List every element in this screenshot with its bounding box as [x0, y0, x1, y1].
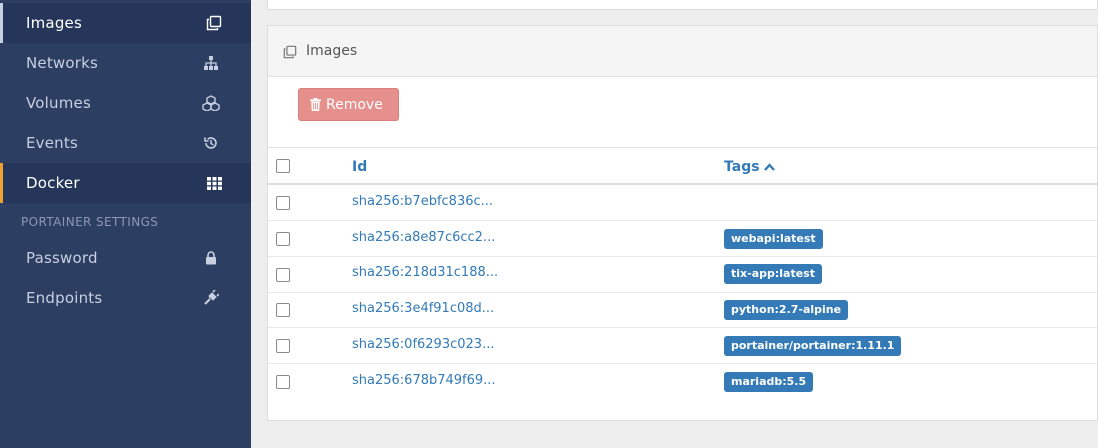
- image-tag-badge: python:2.7-alpine: [724, 300, 849, 320]
- sidebar-item-docker[interactable]: Docker: [0, 163, 251, 203]
- image-id-link[interactable]: sha256:b7ebfc836c...: [352, 194, 493, 209]
- image-tag-badge: webapi:latest: [724, 229, 823, 249]
- lock-icon: [202, 249, 220, 267]
- column-id-header[interactable]: Id: [352, 159, 367, 175]
- sidebar-item-label: Networks: [26, 54, 99, 72]
- remove-button-label: Remove: [326, 96, 383, 113]
- image-id-link[interactable]: sha256:218d31c188...: [352, 265, 498, 280]
- row-checkbox[interactable]: [276, 303, 290, 317]
- row-checkbox[interactable]: [276, 268, 290, 282]
- sidebar-item-label: Volumes: [26, 94, 92, 112]
- images-panel: Images Remove Id Tags sha256:b7ebfc836c.…: [267, 25, 1098, 421]
- image-id-link[interactable]: sha256:678b749f69...: [352, 373, 496, 388]
- clone-icon: [283, 44, 297, 63]
- history-icon: [202, 134, 220, 152]
- trash-icon: [310, 98, 321, 111]
- image-tag-badge: tix-app:latest: [724, 264, 822, 284]
- table-row: sha256:218d31c188... tix-app:latest: [268, 257, 1097, 293]
- sidebar: Images Networks Volumes Events Docker PO…: [0, 0, 251, 448]
- image-tag-badge: portainer/portainer:1.11.1: [724, 336, 902, 356]
- sidebar-item-events[interactable]: Events: [0, 123, 251, 163]
- table-row: sha256:3e4f91c08d... python:2.7-alpine: [268, 292, 1097, 328]
- image-id-link[interactable]: sha256:0f6293c023...: [352, 337, 494, 352]
- image-id-link[interactable]: sha256:a8e87c6cc2...: [352, 230, 495, 245]
- sidebar-item-images[interactable]: Images: [0, 3, 251, 43]
- portainer-settings-heading: PORTAINER SETTINGS: [21, 215, 159, 229]
- sitemap-icon: [202, 54, 220, 72]
- panel-header: Images: [268, 26, 1097, 77]
- main-content: Images Remove Id Tags sha256:b7ebfc836c.…: [251, 0, 1098, 448]
- table-row: sha256:678b749f69... mariadb:5.5: [268, 364, 1097, 400]
- select-all-checkbox[interactable]: [276, 159, 290, 173]
- panel-title: Images: [306, 43, 358, 59]
- column-tags-header[interactable]: Tags: [724, 159, 775, 175]
- row-checkbox[interactable]: [276, 339, 290, 353]
- caret-up-icon: [763, 163, 775, 171]
- sidebar-item-label: Endpoints: [26, 289, 103, 307]
- image-tag-badge: mariadb:5.5: [724, 372, 814, 392]
- table-row: sha256:0f6293c023... portainer/portainer…: [268, 328, 1097, 364]
- grid-icon: [205, 174, 223, 192]
- table-row: sha256:a8e87c6cc2... webapi:latest: [268, 221, 1097, 257]
- image-id-link[interactable]: sha256:3e4f91c08d...: [352, 301, 494, 316]
- sidebar-item-label: Password: [26, 249, 98, 267]
- row-checkbox[interactable]: [276, 196, 290, 210]
- row-checkbox[interactable]: [276, 375, 290, 389]
- clone-icon: [205, 14, 223, 32]
- column-tags-label: Tags: [724, 159, 760, 175]
- remove-button[interactable]: Remove: [298, 88, 399, 121]
- sidebar-item-label: Images: [26, 14, 82, 32]
- sidebar-item-label: Docker: [26, 174, 80, 192]
- table-header: Id Tags: [268, 147, 1097, 185]
- sidebar-item-password[interactable]: Password: [0, 238, 251, 278]
- top-card: [267, 0, 1098, 10]
- plug-icon: [202, 289, 220, 307]
- sidebar-item-volumes[interactable]: Volumes: [0, 83, 251, 123]
- table-row: sha256:b7ebfc836c...: [268, 185, 1097, 221]
- sidebar-item-networks[interactable]: Networks: [0, 43, 251, 83]
- sidebar-item-endpoints[interactable]: Endpoints: [0, 278, 251, 318]
- sidebar-item-label: Events: [26, 134, 78, 152]
- row-checkbox[interactable]: [276, 232, 290, 246]
- cubes-icon: [202, 94, 220, 112]
